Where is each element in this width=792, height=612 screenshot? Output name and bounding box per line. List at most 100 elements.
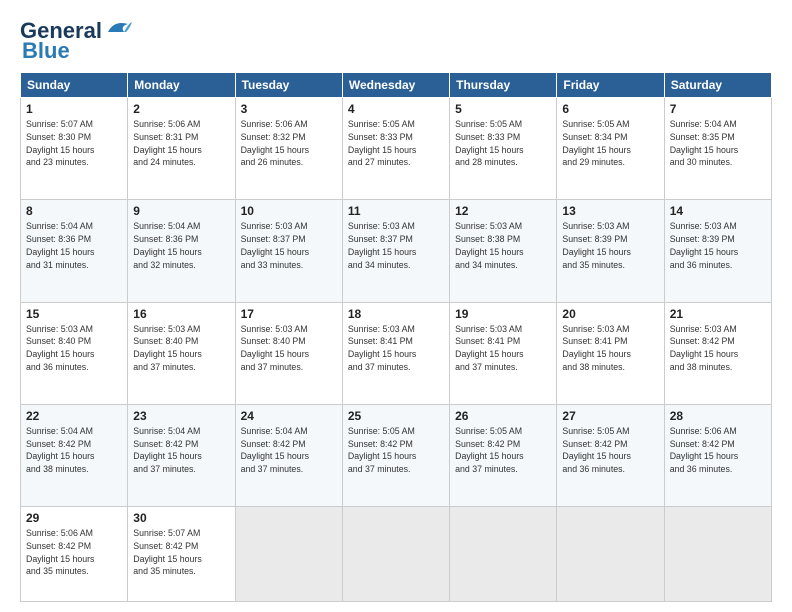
day-number: 21 xyxy=(670,307,766,321)
header: General Blue xyxy=(20,18,772,64)
calendar-cell: 17 Sunrise: 5:03 AMSunset: 8:40 PMDaylig… xyxy=(235,302,342,404)
calendar-cell xyxy=(557,507,664,602)
day-number: 8 xyxy=(26,204,122,218)
calendar-cell: 21 Sunrise: 5:03 AMSunset: 8:42 PMDaylig… xyxy=(664,302,771,404)
day-number: 19 xyxy=(455,307,551,321)
day-number: 6 xyxy=(562,102,658,116)
calendar-cell: 27 Sunrise: 5:05 AMSunset: 8:42 PMDaylig… xyxy=(557,404,664,506)
day-info: Sunrise: 5:03 AMSunset: 8:40 PMDaylight … xyxy=(26,324,94,372)
calendar-table: SundayMondayTuesdayWednesdayThursdayFrid… xyxy=(20,72,772,602)
day-info: Sunrise: 5:03 AMSunset: 8:39 PMDaylight … xyxy=(670,221,738,269)
calendar-cell: 10 Sunrise: 5:03 AMSunset: 8:37 PMDaylig… xyxy=(235,200,342,302)
calendar-cell: 5 Sunrise: 5:05 AMSunset: 8:33 PMDayligh… xyxy=(450,98,557,200)
day-number: 7 xyxy=(670,102,766,116)
calendar-cell: 15 Sunrise: 5:03 AMSunset: 8:40 PMDaylig… xyxy=(21,302,128,404)
day-info: Sunrise: 5:03 AMSunset: 8:39 PMDaylight … xyxy=(562,221,630,269)
day-number: 9 xyxy=(133,204,229,218)
calendar-cell: 4 Sunrise: 5:05 AMSunset: 8:33 PMDayligh… xyxy=(342,98,449,200)
calendar-cell: 16 Sunrise: 5:03 AMSunset: 8:40 PMDaylig… xyxy=(128,302,235,404)
day-number: 12 xyxy=(455,204,551,218)
calendar-cell xyxy=(664,507,771,602)
day-info: Sunrise: 5:03 AMSunset: 8:41 PMDaylight … xyxy=(562,324,630,372)
day-number: 30 xyxy=(133,511,229,525)
calendar-cell: 8 Sunrise: 5:04 AMSunset: 8:36 PMDayligh… xyxy=(21,200,128,302)
weekday-header-monday: Monday xyxy=(128,73,235,98)
calendar-cell: 26 Sunrise: 5:05 AMSunset: 8:42 PMDaylig… xyxy=(450,404,557,506)
day-number: 1 xyxy=(26,102,122,116)
day-info: Sunrise: 5:04 AMSunset: 8:42 PMDaylight … xyxy=(133,426,201,474)
day-number: 3 xyxy=(241,102,337,116)
day-info: Sunrise: 5:03 AMSunset: 8:40 PMDaylight … xyxy=(241,324,309,372)
day-number: 18 xyxy=(348,307,444,321)
calendar-cell: 13 Sunrise: 5:03 AMSunset: 8:39 PMDaylig… xyxy=(557,200,664,302)
day-info: Sunrise: 5:05 AMSunset: 8:42 PMDaylight … xyxy=(348,426,416,474)
day-number: 29 xyxy=(26,511,122,525)
calendar-cell: 12 Sunrise: 5:03 AMSunset: 8:38 PMDaylig… xyxy=(450,200,557,302)
day-number: 4 xyxy=(348,102,444,116)
calendar-cell: 11 Sunrise: 5:03 AMSunset: 8:37 PMDaylig… xyxy=(342,200,449,302)
calendar-cell: 18 Sunrise: 5:03 AMSunset: 8:41 PMDaylig… xyxy=(342,302,449,404)
calendar-cell: 24 Sunrise: 5:04 AMSunset: 8:42 PMDaylig… xyxy=(235,404,342,506)
day-number: 11 xyxy=(348,204,444,218)
day-info: Sunrise: 5:05 AMSunset: 8:42 PMDaylight … xyxy=(455,426,523,474)
day-info: Sunrise: 5:03 AMSunset: 8:38 PMDaylight … xyxy=(455,221,523,269)
calendar-week-row: 8 Sunrise: 5:04 AMSunset: 8:36 PMDayligh… xyxy=(21,200,772,302)
weekday-header-sunday: Sunday xyxy=(21,73,128,98)
page: General Blue SundayMondayTuesdayWednesda… xyxy=(0,0,792,612)
day-number: 15 xyxy=(26,307,122,321)
calendar-cell: 2 Sunrise: 5:06 AMSunset: 8:31 PMDayligh… xyxy=(128,98,235,200)
day-number: 24 xyxy=(241,409,337,423)
day-number: 27 xyxy=(562,409,658,423)
day-number: 26 xyxy=(455,409,551,423)
day-info: Sunrise: 5:03 AMSunset: 8:40 PMDaylight … xyxy=(133,324,201,372)
day-info: Sunrise: 5:05 AMSunset: 8:34 PMDaylight … xyxy=(562,119,630,167)
calendar-cell: 28 Sunrise: 5:06 AMSunset: 8:42 PMDaylig… xyxy=(664,404,771,506)
day-number: 20 xyxy=(562,307,658,321)
day-info: Sunrise: 5:06 AMSunset: 8:32 PMDaylight … xyxy=(241,119,309,167)
day-info: Sunrise: 5:04 AMSunset: 8:36 PMDaylight … xyxy=(133,221,201,269)
day-info: Sunrise: 5:06 AMSunset: 8:42 PMDaylight … xyxy=(26,528,94,576)
weekday-header-thursday: Thursday xyxy=(450,73,557,98)
day-number: 14 xyxy=(670,204,766,218)
calendar-week-row: 15 Sunrise: 5:03 AMSunset: 8:40 PMDaylig… xyxy=(21,302,772,404)
day-info: Sunrise: 5:06 AMSunset: 8:31 PMDaylight … xyxy=(133,119,201,167)
day-info: Sunrise: 5:04 AMSunset: 8:35 PMDaylight … xyxy=(670,119,738,167)
weekday-header-wednesday: Wednesday xyxy=(342,73,449,98)
calendar-cell: 14 Sunrise: 5:03 AMSunset: 8:39 PMDaylig… xyxy=(664,200,771,302)
day-info: Sunrise: 5:07 AMSunset: 8:42 PMDaylight … xyxy=(133,528,201,576)
day-info: Sunrise: 5:03 AMSunset: 8:37 PMDaylight … xyxy=(348,221,416,269)
calendar-cell: 9 Sunrise: 5:04 AMSunset: 8:36 PMDayligh… xyxy=(128,200,235,302)
day-number: 25 xyxy=(348,409,444,423)
calendar-week-row: 29 Sunrise: 5:06 AMSunset: 8:42 PMDaylig… xyxy=(21,507,772,602)
day-number: 16 xyxy=(133,307,229,321)
day-number: 23 xyxy=(133,409,229,423)
calendar-cell: 6 Sunrise: 5:05 AMSunset: 8:34 PMDayligh… xyxy=(557,98,664,200)
calendar-cell: 30 Sunrise: 5:07 AMSunset: 8:42 PMDaylig… xyxy=(128,507,235,602)
day-info: Sunrise: 5:04 AMSunset: 8:42 PMDaylight … xyxy=(241,426,309,474)
calendar-cell: 3 Sunrise: 5:06 AMSunset: 8:32 PMDayligh… xyxy=(235,98,342,200)
calendar-cell: 29 Sunrise: 5:06 AMSunset: 8:42 PMDaylig… xyxy=(21,507,128,602)
day-number: 22 xyxy=(26,409,122,423)
day-number: 10 xyxy=(241,204,337,218)
day-number: 5 xyxy=(455,102,551,116)
day-number: 28 xyxy=(670,409,766,423)
logo: General Blue xyxy=(20,18,132,64)
day-info: Sunrise: 5:04 AMSunset: 8:36 PMDaylight … xyxy=(26,221,94,269)
weekday-header-saturday: Saturday xyxy=(664,73,771,98)
day-info: Sunrise: 5:06 AMSunset: 8:42 PMDaylight … xyxy=(670,426,738,474)
calendar-cell xyxy=(235,507,342,602)
calendar-cell: 25 Sunrise: 5:05 AMSunset: 8:42 PMDaylig… xyxy=(342,404,449,506)
day-number: 17 xyxy=(241,307,337,321)
calendar-header-row: SundayMondayTuesdayWednesdayThursdayFrid… xyxy=(21,73,772,98)
day-number: 13 xyxy=(562,204,658,218)
calendar-cell: 20 Sunrise: 5:03 AMSunset: 8:41 PMDaylig… xyxy=(557,302,664,404)
calendar-cell: 7 Sunrise: 5:04 AMSunset: 8:35 PMDayligh… xyxy=(664,98,771,200)
day-number: 2 xyxy=(133,102,229,116)
day-info: Sunrise: 5:03 AMSunset: 8:37 PMDaylight … xyxy=(241,221,309,269)
calendar-cell xyxy=(342,507,449,602)
calendar-week-row: 1 Sunrise: 5:07 AMSunset: 8:30 PMDayligh… xyxy=(21,98,772,200)
calendar-cell: 23 Sunrise: 5:04 AMSunset: 8:42 PMDaylig… xyxy=(128,404,235,506)
logo-bird-icon xyxy=(104,18,132,40)
calendar-week-row: 22 Sunrise: 5:04 AMSunset: 8:42 PMDaylig… xyxy=(21,404,772,506)
day-info: Sunrise: 5:03 AMSunset: 8:42 PMDaylight … xyxy=(670,324,738,372)
